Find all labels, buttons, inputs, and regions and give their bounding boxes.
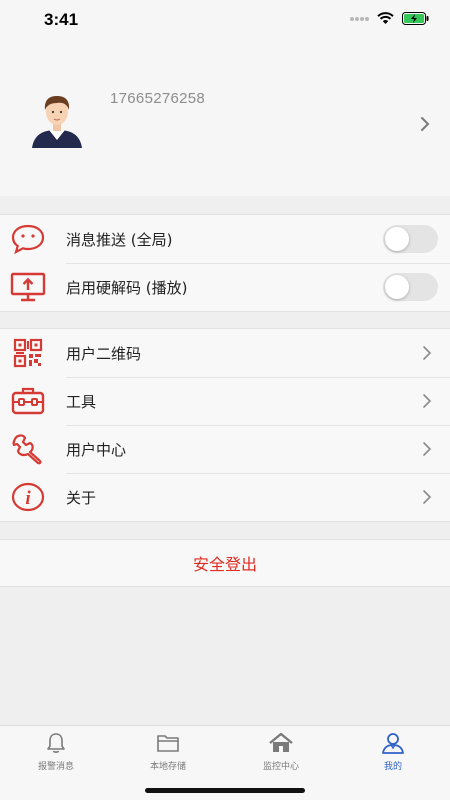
tab-mine[interactable]: 我的 — [337, 730, 449, 776]
tab-label: 报警消息 — [37, 762, 74, 772]
folder-icon — [157, 735, 179, 752]
svg-text:i: i — [25, 488, 31, 509]
chevron-right-icon — [423, 442, 432, 456]
settings-row-push: 消息推送 (全局) — [0, 215, 450, 263]
settings-group-links: 用户二维码 工具 用户中心 i 关于 — [0, 328, 450, 522]
settings-row-hw-decode: 启用硬解码 (播放) — [0, 263, 450, 311]
push-label: 消息推送 (全局) — [66, 231, 173, 249]
push-toggle[interactable] — [383, 225, 438, 253]
profile-header[interactable]: 17665276258 — [0, 40, 450, 196]
user-center-label: 用户中心 — [66, 441, 127, 459]
signal-icon — [350, 16, 369, 21]
home-icon — [269, 733, 293, 752]
chevron-right-icon — [423, 490, 432, 504]
battery-charging-icon — [402, 12, 429, 25]
wifi-icon — [377, 12, 394, 24]
toggle-knob — [385, 227, 409, 251]
chevron-right-icon — [423, 346, 432, 360]
bell-icon — [47, 733, 65, 753]
settings-row-tools[interactable]: 工具 — [0, 377, 450, 425]
status-time: 3:41 — [44, 10, 79, 29]
settings-group-toggles: 消息推送 (全局) 启用硬解码 (播放) — [0, 214, 450, 312]
tab-alarm-messages[interactable]: 报警消息 — [0, 730, 112, 776]
home-indicator[interactable] — [145, 788, 305, 793]
settings-row-user-center[interactable]: 用户中心 — [0, 425, 450, 473]
tab-monitor-center[interactable]: 监控中心 — [225, 730, 337, 776]
user-icon — [382, 733, 404, 754]
logout-label: 安全登出 — [192, 555, 257, 574]
tab-label: 我的 — [383, 762, 402, 772]
hw-decode-toggle[interactable] — [383, 273, 438, 301]
hw-decode-label: 启用硬解码 (播放) — [66, 279, 188, 297]
chevron-right-icon — [423, 394, 432, 408]
settings-row-qrcode[interactable]: 用户二维码 — [0, 329, 450, 377]
tab-label: 监控中心 — [262, 762, 299, 772]
info-icon: i — [10, 479, 46, 515]
status-bar: 3:41 — [0, 0, 450, 40]
message-icon — [10, 221, 46, 257]
tab-local-storage[interactable]: 本地存储 — [112, 730, 224, 776]
phone-number: 17665276258 — [110, 90, 206, 107]
chevron-right-icon — [421, 117, 430, 131]
toggle-knob — [385, 275, 409, 299]
logout-button[interactable]: 安全登出 — [0, 539, 450, 587]
about-label: 关于 — [66, 489, 97, 507]
tools-label: 工具 — [66, 393, 97, 411]
toolbox-icon — [10, 383, 46, 419]
tab-label: 本地存储 — [149, 762, 186, 772]
monitor-upload-icon — [10, 269, 46, 305]
wrench-icon — [10, 431, 46, 467]
qrcode-label: 用户二维码 — [66, 345, 142, 363]
qrcode-icon — [10, 335, 46, 371]
settings-row-about[interactable]: i 关于 — [0, 473, 450, 521]
status-icons — [349, 12, 430, 25]
avatar-icon — [32, 96, 82, 148]
